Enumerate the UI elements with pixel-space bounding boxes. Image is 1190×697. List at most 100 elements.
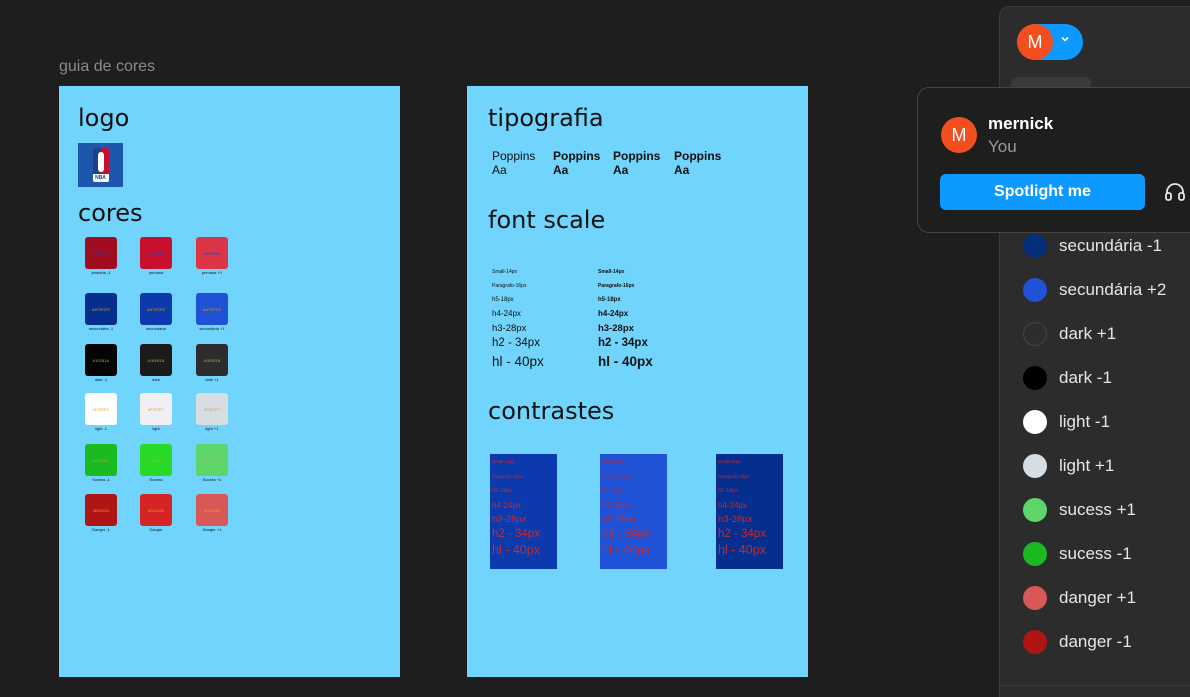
- contrast-text: h2 - 34px: [602, 528, 650, 540]
- swatch-hex: #1EBD2F: [92, 457, 110, 463]
- contrast-text: h5-18px: [718, 488, 738, 494]
- contrast-text: h2 - 34px: [718, 528, 766, 540]
- contrast-text: Paragrafo-16px: [718, 474, 750, 479]
- color-swatch[interactable]: #1B1B1B: [196, 344, 228, 376]
- color-style-item[interactable]: sucess +1: [1023, 497, 1190, 523]
- contrast-sample-box[interactable]: Small-14px Paragrafo-16px h5-18px h4-24px h3…: [600, 454, 667, 569]
- color-style-item[interactable]: danger -1: [1023, 629, 1190, 655]
- font-scale-item: h2 - 34px: [598, 337, 648, 349]
- contrast-text: Small-14px: [492, 459, 515, 464]
- color-swatch[interactable]: #F2F2F7: [85, 393, 117, 425]
- color-swatch[interactable]: #9C0F1B: [85, 237, 117, 269]
- color-style-item[interactable]: secundária -1: [1023, 233, 1190, 259]
- frame-tipografia[interactable]: tipografia Poppins Aa Poppins Aa Poppins Aa…: [467, 86, 808, 677]
- spotlight-me-button[interactable]: Spotlight me: [940, 174, 1145, 210]
- color-style-item[interactable]: dark -1: [1023, 365, 1190, 391]
- color-style-dot: [1023, 586, 1047, 610]
- contrast-text: Paragrafo-16px: [602, 474, 634, 479]
- color-swatch[interactable]: #1EBD2F: [85, 444, 117, 476]
- popover-avatar: M: [941, 117, 977, 153]
- contrast-sample-box[interactable]: Small-14px Paragrafo-16px h5-18px h4-24px h3…: [716, 454, 783, 569]
- color-swatch[interactable]: #F2F2F7: [140, 393, 172, 425]
- swatch-label: Sucess: [149, 477, 163, 482]
- chevron-down-icon: [1060, 33, 1070, 47]
- color-swatch[interactable]: #101B1A: [85, 344, 117, 376]
- color-swatch[interactable]: #57D962: [196, 444, 228, 476]
- color-swatch[interactable]: #C8102E: [140, 237, 172, 269]
- color-swatch[interactable]: #1F2F2F2: [196, 293, 228, 325]
- swatch-label: secundária +1: [199, 326, 225, 331]
- contrast-sample-box[interactable]: Small-14px Paragrafo-16px h5-18px h4-24px h3…: [490, 454, 557, 569]
- color-swatch[interactable]: #1F2F2F2: [85, 293, 117, 325]
- swatch-hex: #9C0F1B: [92, 250, 110, 256]
- color-style-dot: [1023, 366, 1047, 390]
- swatch-hex: #57D962: [203, 457, 221, 463]
- frame-guia-de-cores[interactable]: logo NBA cores #9C0F1B primária -1 #C8102E…: [59, 86, 400, 677]
- font-scale-item: h3-28px: [492, 323, 527, 334]
- swatch-hex: #C8102E: [147, 250, 165, 256]
- color-style-dot: [1023, 278, 1047, 302]
- color-swatch[interactable]: #D55050: [196, 494, 228, 526]
- color-swatch[interactable]: #D6323D: [196, 237, 228, 269]
- color-style-item[interactable]: sucess -1: [1023, 541, 1190, 567]
- color-swatch[interactable]: #F2F2F7: [196, 393, 228, 425]
- color-style-label: danger +1: [1059, 588, 1137, 607]
- swatch-hex: #F2F2F7: [92, 406, 110, 412]
- swatch-label: light +1: [205, 426, 219, 431]
- user-name: mernick: [988, 114, 1054, 133]
- font-scale-item: hl - 40px: [492, 354, 544, 369]
- contrast-text: Paragrafo-16px: [492, 474, 524, 479]
- contrast-text: h5-18px: [492, 488, 512, 494]
- font-scale-item: h5-18px: [492, 297, 514, 303]
- swatch-hex: #B22424: [92, 507, 109, 513]
- color-style-item[interactable]: light +1: [1023, 453, 1190, 479]
- user-popover: M mernick You Spotlight me: [917, 87, 1190, 233]
- color-style-item[interactable]: secundária +2: [1023, 277, 1190, 303]
- font-scale-item: h5-18px: [598, 297, 621, 303]
- contrast-text: h3-28px: [492, 514, 527, 525]
- headphones-icon[interactable]: [1164, 181, 1186, 203]
- color-swatch[interactable]: #1F2F2F2: [140, 293, 172, 325]
- color-style-label: sucess +1: [1059, 500, 1137, 519]
- swatch-hex: #1F2F2F2: [146, 306, 166, 312]
- font-sample-extrabold: Poppins Aa: [674, 149, 722, 177]
- color-style-item[interactable]: dark +1: [1023, 321, 1190, 347]
- color-swatch[interactable]: #28E02E: [140, 444, 172, 476]
- swatch-label: Sucess -1: [92, 477, 110, 482]
- color-swatch[interactable]: #D22424: [140, 494, 172, 526]
- color-style-label: light -1: [1059, 412, 1111, 431]
- swatch-hex: #D6323D: [203, 250, 221, 256]
- color-swatch[interactable]: #1B1B1B: [140, 344, 172, 376]
- you-label: You: [988, 137, 1017, 156]
- contrastes-title: contrastes: [488, 397, 615, 425]
- swatch-label: secundária -1: [88, 326, 114, 331]
- contrast-text: h5-18px: [602, 488, 622, 494]
- swatch-label: light: [152, 426, 160, 431]
- contrast-text: h4-24px: [492, 501, 521, 510]
- color-style-label: light +1: [1059, 456, 1115, 475]
- frame-label-guia-de-cores[interactable]: guia de cores: [59, 58, 155, 76]
- color-style-item[interactable]: danger +1: [1023, 585, 1190, 611]
- contrast-text: h4-24px: [602, 501, 631, 510]
- font-scale-item: Small-14px: [492, 269, 518, 275]
- contrast-text: hl - 40px: [492, 543, 540, 557]
- color-style-item[interactable]: light -1: [1023, 409, 1190, 435]
- font-sample-semibold: Poppins Aa: [553, 149, 601, 177]
- multiplayer-avatar-button[interactable]: M: [1017, 24, 1083, 60]
- contrast-text: hl - 40px: [602, 543, 650, 557]
- font-scale-title: font scale: [488, 206, 606, 234]
- swatch-label: Sucess +1: [202, 477, 222, 482]
- color-swatch[interactable]: #B22424: [85, 494, 117, 526]
- swatch-label: dark -1: [94, 377, 108, 382]
- contrast-text: h4-24px: [718, 501, 747, 510]
- tipografia-title: tipografia: [488, 104, 604, 132]
- swatch-label: primaria: [148, 270, 164, 275]
- color-style-label: dark +1: [1059, 324, 1117, 343]
- swatch-hex: #1B1B1B: [147, 357, 165, 363]
- contrast-text: h2 - 34px: [492, 528, 540, 540]
- contrast-text: hl - 40px: [718, 543, 766, 557]
- font-scale-item: h4-24px: [598, 309, 629, 318]
- cores-title: cores: [78, 199, 143, 227]
- font-scale-item: h2 - 34px: [492, 337, 540, 349]
- font-scale-item: h4-24px: [492, 309, 521, 318]
